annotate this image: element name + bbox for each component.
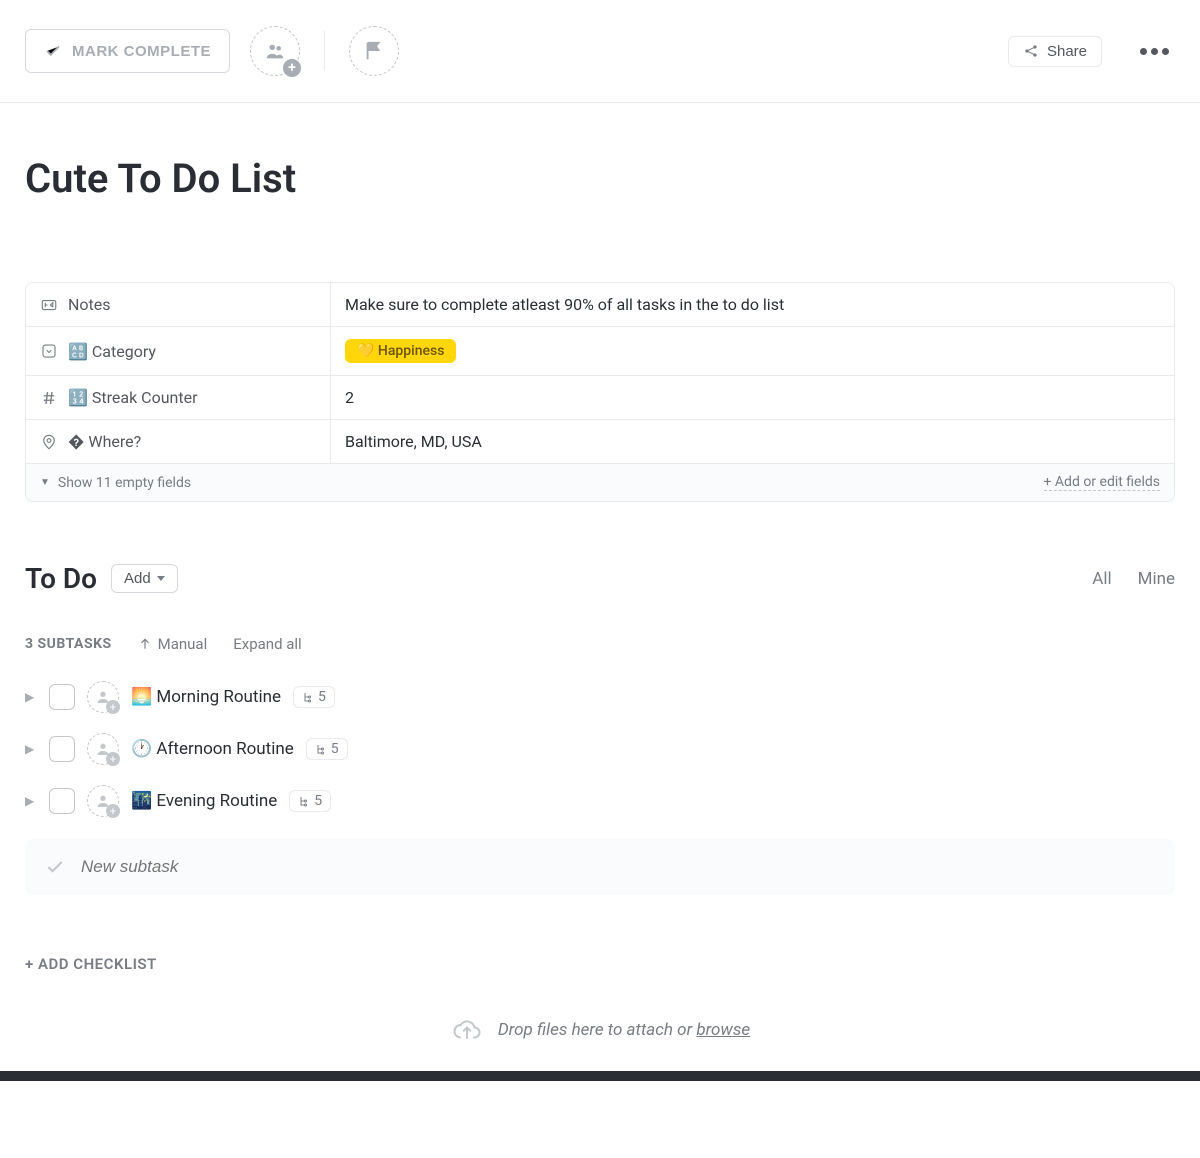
task-row: ▶ + 🌃 Evening Routine 5	[0, 775, 1200, 827]
hash-icon	[40, 389, 58, 407]
caret-down-icon: ▼	[40, 477, 50, 488]
more-menu-button[interactable]	[1134, 42, 1175, 61]
text-icon	[40, 296, 58, 314]
subtask-icon	[302, 691, 314, 703]
field-value-where[interactable]: Baltimore, MD, USA	[331, 420, 1174, 463]
location-icon	[40, 433, 58, 451]
dot-icon	[1151, 48, 1158, 55]
new-subtask-input[interactable]	[81, 857, 1155, 877]
section-header: To Do Add All Mine	[0, 502, 1200, 615]
field-label: 🔠 Category	[26, 327, 331, 375]
share-label: Share	[1047, 43, 1087, 60]
plus-badge-icon: +	[106, 700, 120, 714]
field-label: Notes	[26, 283, 331, 326]
arrow-up-icon	[138, 637, 152, 651]
check-icon	[44, 42, 62, 60]
expand-all-button[interactable]: Expand all	[233, 635, 301, 653]
assignee-button[interactable]: +	[87, 785, 119, 817]
share-button[interactable]: Share	[1008, 36, 1102, 67]
custom-fields-table: Notes Make sure to complete atleast 90% …	[25, 282, 1175, 502]
subtask-count-badge[interactable]: 5	[306, 738, 348, 760]
task-row: ▶ + 🌅 Morning Routine 5	[0, 671, 1200, 723]
task-list: ▶ + 🌅 Morning Routine 5 ▶ + 🕐 Afternoon …	[0, 671, 1200, 827]
task-name[interactable]: 🌃 Evening Routine	[131, 791, 277, 811]
dropzone-text: Drop files here to attach or browse	[498, 1020, 750, 1040]
browse-link[interactable]: browse	[696, 1020, 750, 1040]
field-label: 🔢 Streak Counter	[26, 376, 331, 419]
section-title: To Do	[25, 562, 97, 595]
task-row: ▶ + 🕐 Afternoon Routine 5	[0, 723, 1200, 775]
check-icon	[45, 857, 65, 877]
attachment-dropzone[interactable]: Drop files here to attach or browse	[0, 993, 1200, 1071]
show-empty-fields-button[interactable]: Show 11 empty fields	[58, 475, 191, 491]
filter-mine-tab[interactable]: Mine	[1138, 569, 1175, 589]
task-name[interactable]: 🕐 Afternoon Routine	[131, 739, 294, 759]
people-icon	[264, 40, 286, 62]
subtask-count: 3 SUBTASKS	[25, 636, 112, 652]
share-icon	[1023, 43, 1039, 59]
cloud-upload-icon	[450, 1015, 484, 1045]
subtask-icon	[298, 795, 310, 807]
fields-footer: ▼ Show 11 empty fields + Add or edit fie…	[26, 464, 1174, 501]
field-row-notes: Notes Make sure to complete atleast 90% …	[26, 283, 1174, 327]
plus-badge-icon: +	[106, 804, 120, 818]
subtask-count-badge[interactable]: 5	[289, 790, 331, 812]
field-value-notes[interactable]: Make sure to complete atleast 90% of all…	[331, 283, 1174, 326]
add-dropdown-button[interactable]: Add	[111, 564, 178, 593]
category-tag: 💛 Happiness	[345, 339, 456, 363]
toolbar-divider	[324, 31, 325, 71]
plus-badge-icon: +	[283, 59, 301, 77]
subtask-meta-bar: 3 SUBTASKS Manual Expand all	[0, 615, 1200, 671]
add-checklist-button[interactable]: + ADD CHECKLIST	[0, 895, 1200, 993]
plus-badge-icon: +	[106, 752, 120, 766]
task-checkbox[interactable]	[49, 684, 75, 710]
field-row-category: 🔠 Category 💛 Happiness	[26, 327, 1174, 376]
filter-all-tab[interactable]: All	[1092, 569, 1111, 589]
task-name[interactable]: 🌅 Morning Routine	[131, 687, 281, 707]
field-row-streak: 🔢 Streak Counter 2	[26, 376, 1174, 420]
dropdown-icon	[40, 342, 58, 360]
assignee-button[interactable]: +	[87, 733, 119, 765]
assignee-button[interactable]: +	[87, 681, 119, 713]
task-checkbox[interactable]	[49, 788, 75, 814]
flag-button[interactable]	[349, 26, 399, 76]
subtask-count-badge[interactable]: 5	[293, 686, 335, 708]
subtask-icon	[315, 743, 327, 755]
add-edit-fields-button[interactable]: + Add or edit fields	[1044, 474, 1161, 491]
new-subtask-row[interactable]	[25, 839, 1175, 895]
toolbar: MARK COMPLETE + Share	[0, 0, 1200, 103]
sort-button[interactable]: Manual	[138, 635, 208, 653]
chevron-right-icon[interactable]: ▶	[25, 742, 37, 756]
field-row-where: � Where? Baltimore, MD, USA	[26, 420, 1174, 464]
dot-icon	[1140, 48, 1147, 55]
chevron-right-icon[interactable]: ▶	[25, 690, 37, 704]
field-label: � Where?	[26, 420, 331, 463]
bottom-bar	[0, 1071, 1200, 1081]
mark-complete-button[interactable]: MARK COMPLETE	[25, 29, 230, 73]
field-value-streak[interactable]: 2	[331, 376, 1174, 419]
chevron-right-icon[interactable]: ▶	[25, 794, 37, 808]
task-checkbox[interactable]	[49, 736, 75, 762]
filter-tabs: All Mine	[1092, 569, 1175, 589]
add-assignee-button[interactable]: +	[250, 26, 300, 76]
dot-icon	[1162, 48, 1169, 55]
flag-icon	[363, 40, 385, 62]
field-value-category[interactable]: 💛 Happiness	[331, 327, 1174, 375]
mark-complete-label: MARK COMPLETE	[72, 43, 211, 60]
page-title[interactable]: Cute To Do List	[0, 103, 1200, 232]
